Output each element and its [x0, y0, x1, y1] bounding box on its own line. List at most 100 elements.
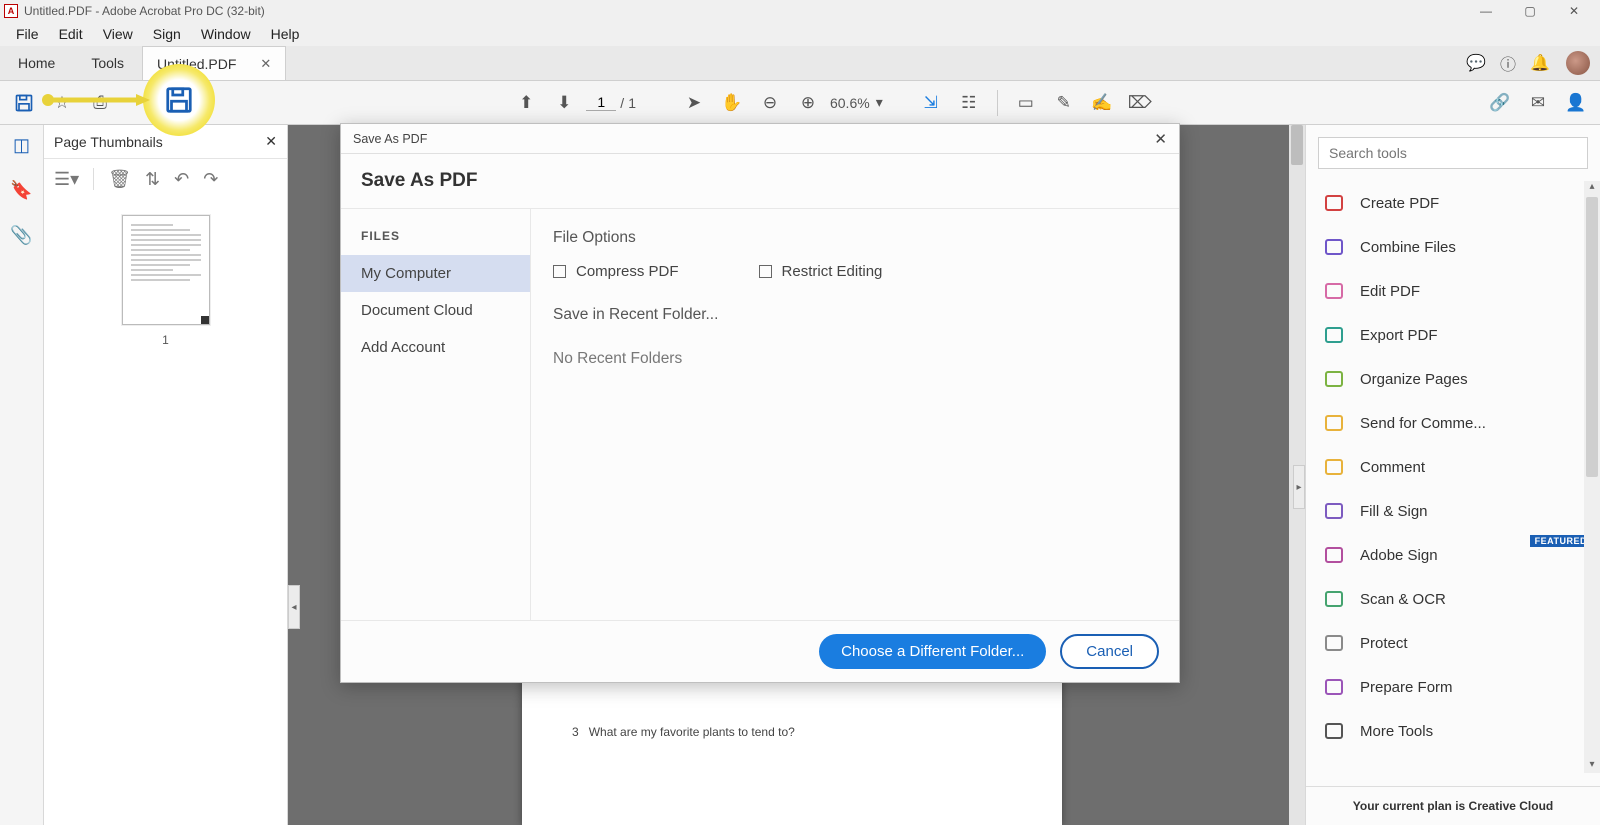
page-current-input[interactable] — [586, 94, 616, 111]
tool-label: Export PDF — [1360, 327, 1438, 344]
tool-item-protect[interactable]: Protect — [1306, 621, 1600, 665]
nav-insert-icon[interactable]: ⇅ — [145, 169, 160, 190]
bell-icon[interactable]: 🔔 — [1524, 46, 1556, 80]
menu-help[interactable]: Help — [261, 26, 310, 42]
tool-item-export-pdf[interactable]: Export PDF — [1306, 313, 1600, 357]
expand-right-handle[interactable]: ▸ — [1293, 465, 1305, 509]
question-text: What are my favorite plants to tend to? — [589, 725, 795, 739]
nav-title: Page Thumbnails — [54, 134, 163, 150]
menu-window[interactable]: Window — [191, 26, 261, 42]
tool-label: Organize Pages — [1360, 371, 1468, 388]
tool-item-fill-sign[interactable]: Fill & Sign — [1306, 489, 1600, 533]
tool-item-edit-pdf[interactable]: Edit PDF — [1306, 269, 1600, 313]
highlight-icon[interactable]: ✎ — [1048, 87, 1080, 119]
dialog-close-icon[interactable]: ✕ — [1154, 130, 1167, 148]
bookmarks-icon[interactable]: 🔖 — [10, 180, 32, 201]
comment-icon[interactable]: ▭ — [1010, 87, 1042, 119]
tool-icon — [1324, 325, 1344, 345]
save-arrow-annotation — [40, 92, 150, 108]
nav-rotate-right-icon[interactable]: ↷ — [203, 169, 218, 190]
recent-folder-label: Save in Recent Folder... — [553, 306, 1157, 324]
stamp-icon[interactable]: ⌦ — [1124, 87, 1156, 119]
page-down-icon[interactable]: ⬇ — [548, 87, 580, 119]
share-people-icon[interactable]: 👤 — [1560, 87, 1592, 119]
zoom-out-icon[interactable]: ⊖ — [754, 87, 786, 119]
tool-item-comment[interactable]: Comment — [1306, 445, 1600, 489]
zoom-in-icon[interactable]: ⊕ — [792, 87, 824, 119]
tab-home[interactable]: Home — [0, 46, 73, 80]
dialog-heading: Save As PDF — [341, 154, 1179, 209]
tool-icon — [1324, 237, 1344, 257]
zoom-dropdown[interactable]: 60.6% ▾ — [830, 94, 883, 111]
tool-icon — [1324, 545, 1344, 565]
scroll-up-icon[interactable]: ▴ — [1586, 181, 1598, 195]
tool-item-create-pdf[interactable]: Create PDF — [1306, 181, 1600, 225]
page-up-icon[interactable]: ⬆ — [510, 87, 542, 119]
email-icon[interactable]: ✉ — [1522, 87, 1554, 119]
tool-icon — [1324, 413, 1344, 433]
right-scrollbar-thumb[interactable] — [1586, 197, 1598, 477]
tool-icon — [1324, 369, 1344, 389]
notifications-icon[interactable]: 💬 — [1460, 46, 1492, 80]
tool-label: Scan & OCR — [1360, 591, 1446, 608]
tool-item-prepare-form[interactable]: Prepare Form — [1306, 665, 1600, 709]
toolbar-divider — [997, 90, 998, 116]
help-icon[interactable]: ⓘ — [1492, 46, 1524, 80]
location-my-computer[interactable]: My Computer — [341, 255, 530, 292]
tool-label: Send for Comme... — [1360, 415, 1486, 432]
menu-file[interactable]: File — [6, 26, 49, 42]
choose-folder-button[interactable]: Choose a Different Folder... — [819, 634, 1046, 669]
location-add-account[interactable]: Add Account — [341, 329, 530, 366]
save-icon[interactable] — [8, 87, 40, 119]
collapse-nav-handle[interactable]: ◂ — [288, 585, 300, 629]
chevron-down-icon: ▾ — [876, 94, 883, 111]
tool-item-send-for-comme-[interactable]: Send for Comme... — [1306, 401, 1600, 445]
read-mode-icon[interactable]: ☷ — [953, 87, 985, 119]
tool-label: Adobe Sign — [1360, 547, 1438, 564]
location-document-cloud[interactable]: Document Cloud — [341, 292, 530, 329]
restrict-editing-checkbox[interactable]: Restrict Editing — [759, 263, 883, 280]
tool-item-more-tools[interactable]: More Tools — [1306, 709, 1600, 753]
search-tools-input[interactable] — [1318, 137, 1588, 169]
thumbnails-icon[interactable]: ◫ — [13, 135, 30, 156]
scroll-down-icon[interactable]: ▾ — [1586, 759, 1598, 773]
tool-label: Protect — [1360, 635, 1408, 652]
close-button[interactable]: ✕ — [1552, 4, 1596, 18]
tool-item-combine-files[interactable]: Combine Files — [1306, 225, 1600, 269]
share-link-icon[interactable]: 🔗 — [1484, 87, 1516, 119]
scrollbar-thumb[interactable] — [1291, 125, 1303, 165]
nav-rotate-left-icon[interactable]: ↶ — [174, 169, 189, 190]
tool-icon — [1324, 721, 1344, 741]
no-recent-folders: No Recent Folders — [553, 350, 1157, 368]
tool-label: Prepare Form — [1360, 679, 1453, 696]
featured-badge: FEATURED — [1530, 535, 1592, 547]
cancel-button[interactable]: Cancel — [1060, 634, 1159, 669]
select-tool-icon[interactable]: ➤ — [678, 87, 710, 119]
nav-delete-icon[interactable]: 🗑 — [108, 169, 131, 190]
menu-view[interactable]: View — [93, 26, 143, 42]
hand-tool-icon[interactable]: ✋ — [716, 87, 748, 119]
right-scrollbar[interactable]: ▴ ▾ — [1584, 181, 1600, 773]
fit-width-icon[interactable]: ⇲ — [915, 87, 947, 119]
menu-edit[interactable]: Edit — [49, 26, 93, 42]
tool-item-organize-pages[interactable]: Organize Pages — [1306, 357, 1600, 401]
tool-icon — [1324, 457, 1344, 477]
page-thumbnail[interactable] — [122, 215, 210, 325]
nav-options-icon[interactable]: ☰▾ — [54, 169, 79, 190]
nav-close-icon[interactable]: ✕ — [265, 133, 277, 150]
tool-item-scan-ocr[interactable]: Scan & OCR — [1306, 577, 1600, 621]
tab-close-icon[interactable]: ✕ — [260, 56, 271, 72]
tab-tools[interactable]: Tools — [73, 46, 142, 80]
user-avatar[interactable] — [1566, 51, 1590, 75]
tool-item-adobe-sign[interactable]: Adobe Sign FEATURED — [1306, 533, 1600, 577]
minimize-button[interactable]: — — [1464, 4, 1508, 18]
attachments-icon[interactable]: 📎 — [10, 225, 32, 246]
menu-sign[interactable]: Sign — [143, 26, 191, 42]
sign-tool-icon[interactable]: ✍ — [1086, 87, 1118, 119]
maximize-button[interactable]: ▢ — [1508, 4, 1552, 18]
tool-label: More Tools — [1360, 723, 1433, 740]
plan-footer: Your current plan is Creative Cloud — [1306, 786, 1600, 825]
zoom-value: 60.6% — [830, 95, 870, 111]
tool-icon — [1324, 281, 1344, 301]
compress-pdf-checkbox[interactable]: Compress PDF — [553, 263, 679, 280]
